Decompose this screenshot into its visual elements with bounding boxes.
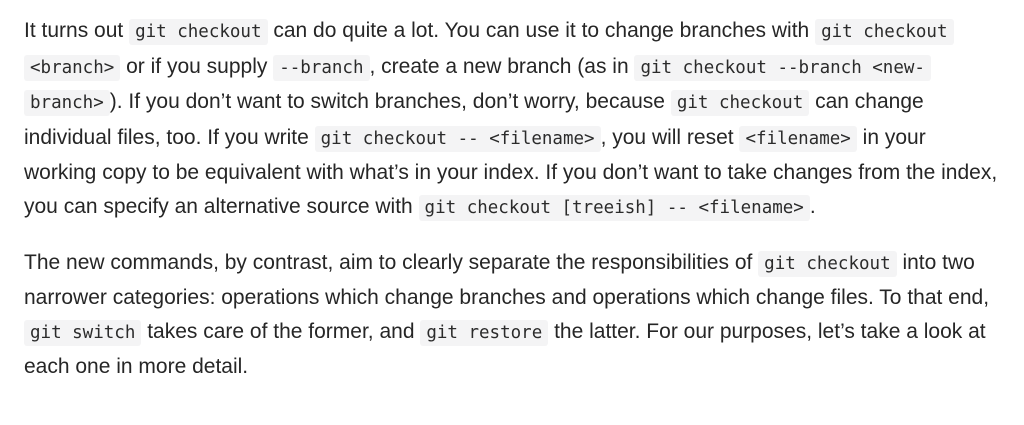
- inline-code: git checkout: [758, 250, 897, 277]
- text-run: or if you supply: [120, 54, 274, 78]
- text-run: ). If you don’t want to switch branches,…: [109, 90, 671, 114]
- text-run: , you will reset: [600, 125, 740, 149]
- inline-code: git restore: [420, 319, 549, 346]
- text-run: .: [809, 194, 816, 218]
- article-body: It turns out git checkout can do quite a…: [24, 14, 1000, 404]
- text-run: The new commands, by contrast, aim to cl…: [24, 250, 759, 274]
- inline-code: git checkout -- <filename>: [314, 125, 601, 152]
- text-run: It turns out: [24, 19, 130, 42]
- inline-code: git checkout: [670, 90, 810, 117]
- paragraph-new-commands: The new commands, by contrast, aim to cl…: [24, 246, 1000, 384]
- paragraph-git-checkout: It turns out git checkout can do quite a…: [24, 14, 1000, 226]
- text-run: can do quite a lot. You can use it to ch…: [267, 19, 816, 42]
- inline-code: <filename>: [739, 125, 857, 152]
- inline-code: git checkout [treeish] -- <filename>: [418, 194, 810, 221]
- inline-code: git switch: [24, 319, 142, 346]
- inline-code: --branch: [273, 54, 370, 81]
- text-run: takes care of the former, and: [141, 319, 421, 343]
- text-run: , create a new branch (as in: [369, 54, 635, 78]
- inline-code: git checkout: [129, 19, 268, 45]
